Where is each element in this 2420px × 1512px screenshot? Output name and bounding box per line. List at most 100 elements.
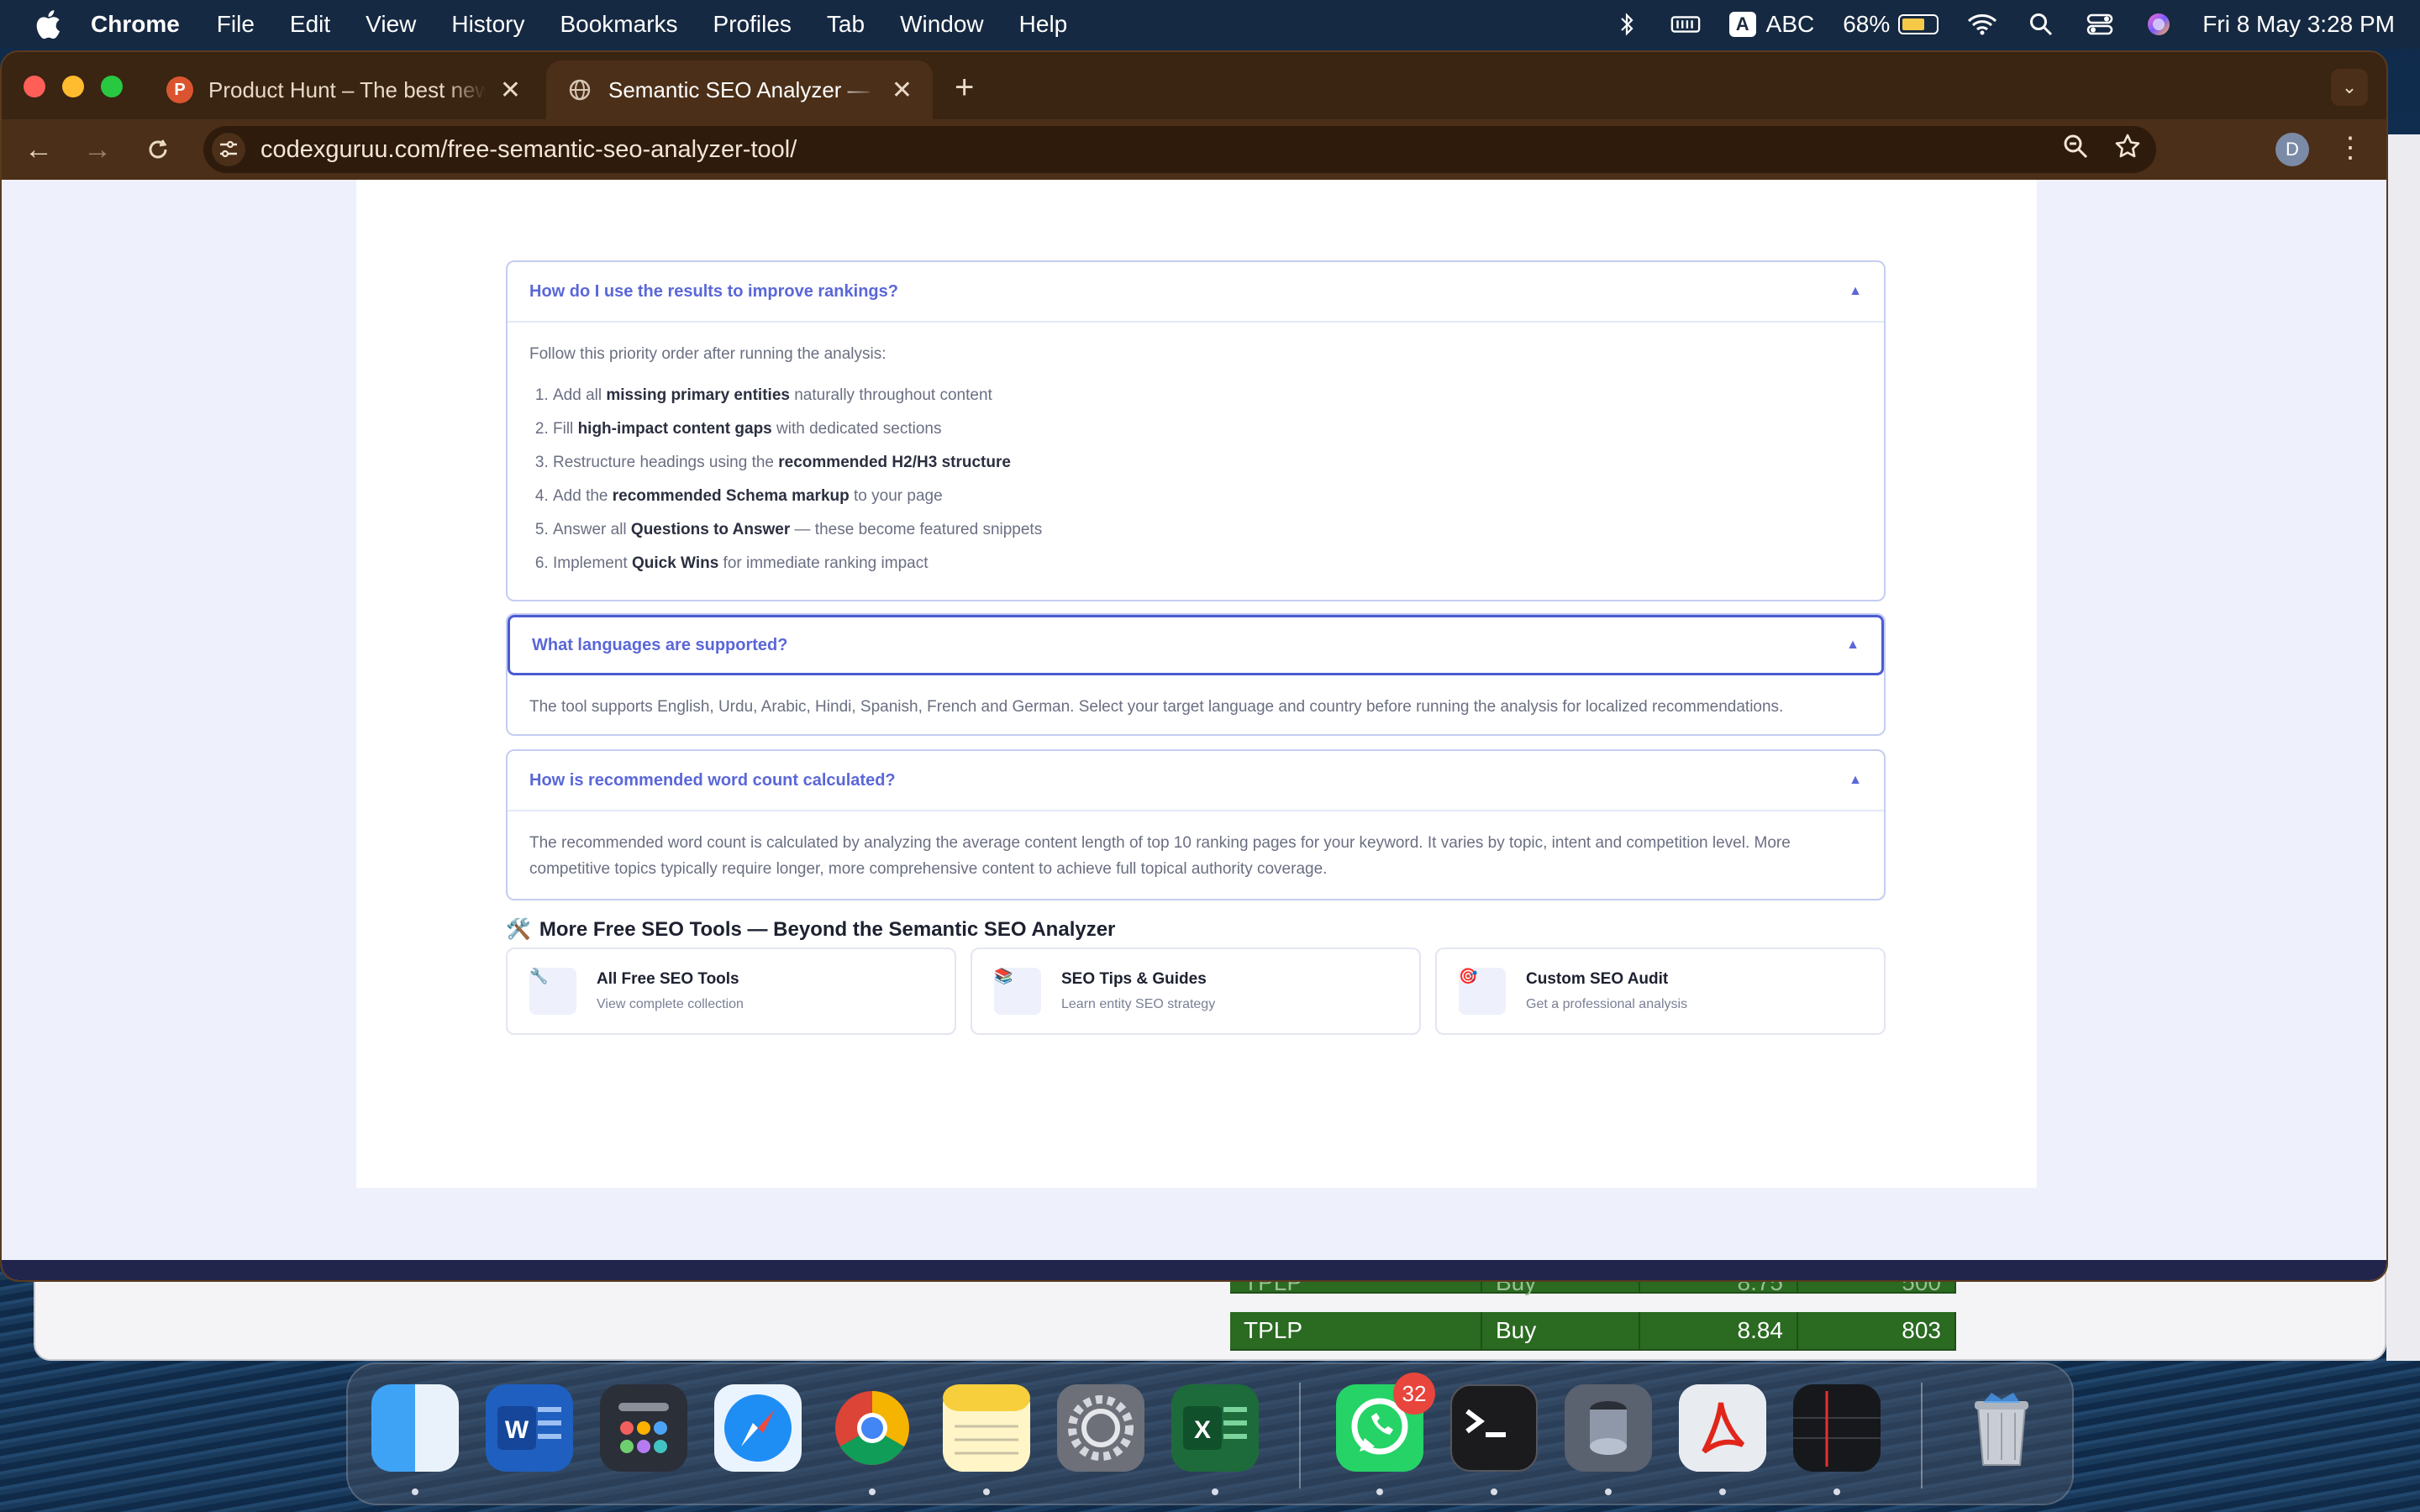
notification-badge: 32 [1393, 1373, 1435, 1415]
menu-view[interactable]: View [366, 11, 416, 38]
caret-up-icon: ▲ [1846, 638, 1860, 652]
safari-icon[interactable] [714, 1384, 802, 1472]
close-tab-icon[interactable]: ✕ [892, 76, 913, 105]
excel-icon[interactable]: X [1171, 1384, 1259, 1472]
page-viewport: How do I use the results to improve rank… [2, 180, 2386, 1280]
table-cell: Buy [1482, 1312, 1640, 1351]
preview-icon[interactable] [1565, 1384, 1652, 1472]
faq-question[interactable]: How do I use the results to improve rank… [508, 262, 1884, 323]
running-indicator [1833, 1488, 1840, 1495]
minimize-window-button[interactable] [62, 76, 84, 97]
table-cell: 803 [1798, 1312, 1956, 1351]
menu-history[interactable]: History [451, 11, 524, 38]
tab-search-chevron-icon[interactable]: ⌄ [2331, 69, 2368, 106]
menu-help[interactable]: Help [1019, 11, 1068, 38]
svg-text:W: W [505, 1416, 529, 1444]
tool-card-all-free-seo-tools[interactable]: 🔧 All Free SEO Tools View complete colle… [506, 948, 956, 1035]
profile-avatar[interactable]: D [2275, 133, 2309, 166]
apple-logo-icon[interactable] [32, 8, 62, 41]
battery-status[interactable]: 68% [1843, 11, 1939, 38]
tool-card-description: Get a professional analysis [1526, 997, 1688, 1011]
faq-question[interactable]: How is recommended word count calculated… [508, 751, 1884, 811]
list-item: Answer all Questions to Answer — these b… [553, 513, 1862, 547]
product-hunt-favicon-icon: P [166, 76, 193, 103]
battery-percent: 68% [1843, 11, 1891, 37]
chrome-icon[interactable] [829, 1384, 916, 1472]
list-item: Add all missing primary entities natural… [553, 379, 1862, 412]
close-tab-icon[interactable]: ✕ [500, 76, 521, 105]
globe-icon [566, 76, 593, 103]
faq-item-improve-rankings: How do I use the results to improve rank… [506, 260, 1886, 601]
books-icon: 📚 [994, 968, 1041, 1015]
faq-item-word-count: How is recommended word count calculated… [506, 749, 1886, 900]
acrobat-icon[interactable] [1679, 1384, 1766, 1472]
table-cell: 8.84 [1640, 1312, 1798, 1351]
list-item: Restructure headings using the recommend… [553, 446, 1862, 480]
system-settings-gear-icon[interactable] [1057, 1384, 1144, 1472]
close-window-button[interactable] [24, 76, 45, 97]
forward-arrow-icon[interactable]: → [81, 133, 114, 166]
menu-tab[interactable]: Tab [827, 11, 865, 38]
address-bar[interactable]: codexguruu.com/free-semantic-seo-analyze… [203, 126, 2156, 173]
reload-icon[interactable] [141, 133, 175, 166]
menu-bookmarks[interactable]: Bookmarks [560, 11, 677, 38]
menu-window[interactable]: Window [900, 11, 984, 38]
macos-dock: W X 32 [346, 1362, 2074, 1505]
running-indicator [1212, 1488, 1218, 1495]
tools-icon: 🛠️ [506, 918, 531, 941]
target-icon: 🎯 [1459, 968, 1506, 1015]
trash-icon[interactable] [1958, 1384, 2045, 1472]
faq-answer: The tool supports English, Urdu, Arabic,… [529, 698, 1784, 716]
faq-question-text: What languages are supported? [532, 635, 788, 654]
terminal-icon[interactable] [1450, 1384, 1538, 1472]
faq-item-languages: What languages are supported? ▲ The tool… [506, 613, 1886, 736]
menu-edit[interactable]: Edit [290, 11, 330, 38]
caret-up-icon: ▲ [1849, 773, 1862, 787]
siri-icon[interactable] [2144, 12, 2174, 37]
faq-answer: Follow this priority order after running… [508, 323, 1884, 599]
site-info-icon[interactable] [212, 133, 245, 166]
tool-card-seo-tips-guides[interactable]: 📚 SEO Tips & Guides Learn entity SEO str… [971, 948, 1421, 1035]
more-tools-heading: 🛠️ More Free SEO Tools — Beyond the Sema… [506, 917, 1115, 942]
stocks-icon[interactable] [1793, 1384, 1881, 1472]
running-indicator [1491, 1488, 1497, 1495]
finder-icon[interactable] [371, 1384, 459, 1472]
bluetooth-icon[interactable] [1612, 12, 1642, 37]
spotlight-search-icon[interactable] [2026, 12, 2056, 37]
chrome-menu-icon[interactable]: ⋮ [2336, 131, 2365, 165]
control-center-icon[interactable] [2085, 12, 2115, 37]
running-indicator [1719, 1488, 1726, 1495]
tab-product-hunt[interactable]: P Product Hunt – The best new ✕ [146, 60, 541, 119]
memory-stats-icon[interactable] [1670, 12, 1701, 37]
maximize-window-button[interactable] [101, 76, 123, 97]
table-cell: TPLP [1230, 1312, 1482, 1351]
back-arrow-icon[interactable]: ← [22, 133, 55, 166]
table-row: TPLP Buy 8.84 803 [1230, 1312, 1958, 1351]
list-item: Fill high-impact content gaps with dedic… [553, 412, 1862, 446]
faq-question[interactable]: What languages are supported? ▲ [508, 615, 1884, 675]
tab-semantic-seo-analyzer[interactable]: Semantic SEO Analyzer — Fre ✕ [546, 60, 933, 119]
menu-file[interactable]: File [217, 11, 255, 38]
zoom-icon[interactable] [2062, 133, 2089, 166]
launchpad-icon[interactable] [600, 1384, 687, 1472]
battery-fill [1902, 18, 1925, 30]
chrome-window: P Product Hunt – The best new ✕ Semantic… [0, 50, 2388, 1282]
caret-up-icon: ▲ [1849, 284, 1862, 298]
tab-title: Product Hunt – The best new [208, 76, 487, 102]
tool-card-custom-seo-audit[interactable]: 🎯 Custom SEO Audit Get a professional an… [1435, 948, 1886, 1035]
input-source-menu[interactable]: A ABC [1728, 11, 1814, 38]
faq-question-text: How do I use the results to improve rank… [529, 281, 898, 301]
menu-app-name[interactable]: Chrome [91, 11, 180, 38]
new-tab-icon[interactable]: + [955, 69, 974, 107]
priority-steps-list: Add all missing primary entities natural… [529, 379, 1862, 580]
bookmark-star-icon[interactable] [2114, 133, 2141, 166]
word-icon[interactable]: W [486, 1384, 573, 1472]
menu-profiles[interactable]: Profiles [713, 11, 792, 38]
list-item: Add the recommended Schema markup to you… [553, 480, 1862, 513]
browser-toolbar: ← → codexguruu.com/free-semantic-seo-ana… [2, 119, 2386, 180]
url-text[interactable]: codexguruu.com/free-semantic-seo-analyze… [260, 136, 797, 164]
clock[interactable]: Fri 8 May 3:28 PM [2202, 11, 2395, 38]
notes-icon[interactable] [943, 1384, 1030, 1472]
list-item: Implement Quick Wins for immediate ranki… [553, 547, 1862, 580]
wifi-icon[interactable] [1967, 12, 1997, 37]
